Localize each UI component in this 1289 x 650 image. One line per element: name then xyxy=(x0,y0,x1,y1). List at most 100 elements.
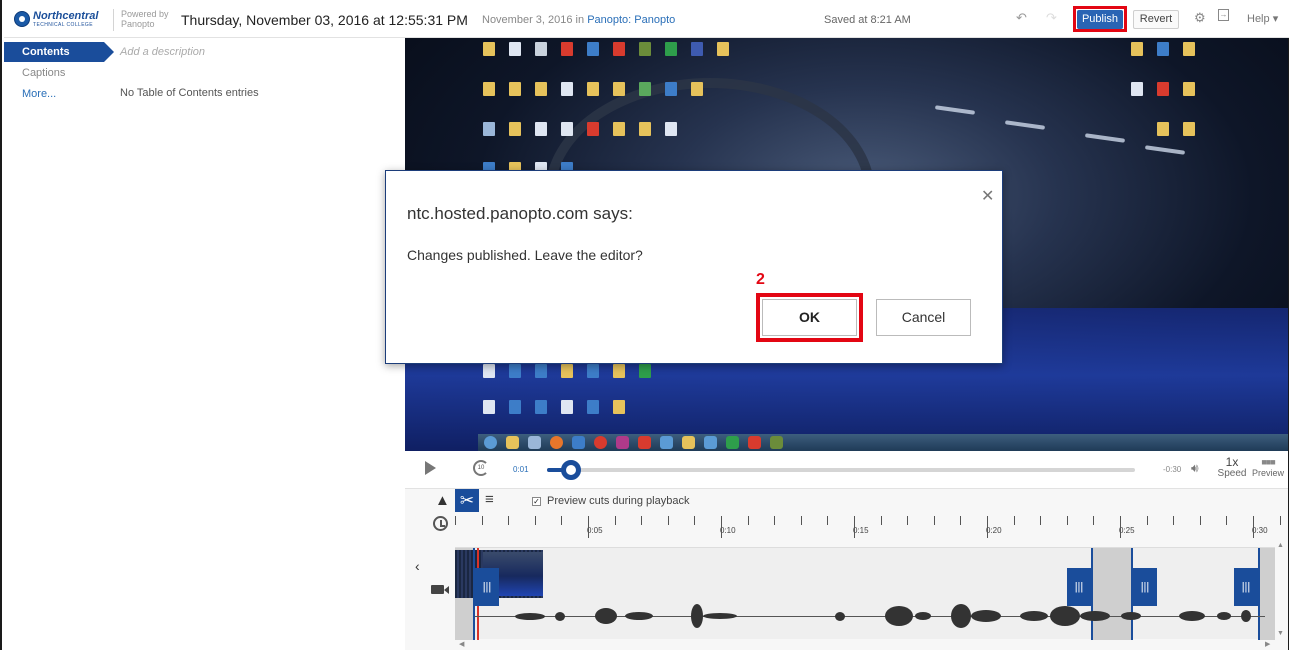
preview-grid-icon: ■■■ xyxy=(1261,457,1275,467)
tick-label: 0:20 xyxy=(986,526,1002,535)
ruler-tick xyxy=(1093,516,1095,525)
ruler-tick xyxy=(854,516,855,538)
audio-waveform xyxy=(595,608,617,624)
chevron-left-icon[interactable]: ‹ xyxy=(415,558,420,574)
trim-handle-left[interactable]: ||| xyxy=(475,568,499,606)
help-menu[interactable]: Help ▾ xyxy=(1247,12,1278,25)
session-date: November 3, 2016 in xyxy=(482,14,585,26)
ruler-tick xyxy=(1199,516,1201,525)
edit-toolbar: ▲ ✂ ≡ ✓ Preview cuts during playback xyxy=(405,488,1288,513)
audio-waveform xyxy=(555,612,565,621)
track-thumbnail xyxy=(455,550,543,598)
tab-contents[interactable]: Contents xyxy=(4,42,114,62)
help-label: Help xyxy=(1247,13,1270,25)
pointer-icon[interactable]: ▲ xyxy=(435,492,450,509)
saved-status: Saved at 8:21 AM xyxy=(824,14,911,26)
preview-toggle[interactable]: ■■■ Preview xyxy=(1251,457,1285,479)
ruler-tick xyxy=(614,516,616,525)
desktop-taskbar xyxy=(478,434,1288,451)
ruler-tick xyxy=(774,516,776,525)
trim-handle-right[interactable]: ||| xyxy=(1234,568,1258,606)
list-icon[interactable]: ≡ xyxy=(485,491,494,508)
ruler-tick xyxy=(933,516,935,525)
ruler-tick xyxy=(907,516,909,525)
cancel-button[interactable]: Cancel xyxy=(876,299,971,336)
time-ruler[interactable]: 0:05 0:10 0:15 0:20 0:25 0:30 xyxy=(455,514,1288,538)
session-folder-link[interactable]: Panopto: Panopto xyxy=(587,14,675,26)
tick-label: 0:15 xyxy=(853,526,869,535)
progress-bar[interactable] xyxy=(547,460,1135,480)
left-sidebar: Contents Captions More... Add a descript… xyxy=(4,38,404,650)
vertical-scrollbar[interactable]: ▲ ▼ xyxy=(1276,542,1286,637)
ok-button[interactable]: OK xyxy=(762,299,857,336)
share-icon[interactable]: → xyxy=(1218,9,1229,21)
preview-cuts-checkbox[interactable]: ✓ xyxy=(532,497,541,506)
undo-icon[interactable]: ↶ xyxy=(1016,10,1027,26)
ruler-tick xyxy=(1173,516,1175,525)
ruler-tick xyxy=(694,516,696,525)
confirm-dialog: ✕ ntc.hosted.panopto.com says: Changes p… xyxy=(385,170,1003,364)
ruler-tick xyxy=(534,516,536,525)
ruler-tick xyxy=(800,516,802,525)
ruler-tick xyxy=(1146,516,1148,525)
audio-waveform xyxy=(691,604,703,628)
ruler-tick xyxy=(721,516,722,538)
gear-icon[interactable]: ⚙ xyxy=(1194,10,1206,26)
audio-waveform xyxy=(1121,612,1141,620)
scroll-right-icon[interactable]: ▶ xyxy=(1265,640,1270,648)
powered-by-panopto: Powered by Panopto xyxy=(113,9,169,31)
scissors-icon[interactable]: ✂ xyxy=(455,489,479,513)
ruler-tick xyxy=(1120,516,1121,538)
audio-waveform xyxy=(885,606,913,626)
powered-by-line: Powered by xyxy=(121,9,169,19)
clock-icon xyxy=(433,516,448,531)
play-icon[interactable] xyxy=(425,461,436,475)
cut-region xyxy=(1258,548,1275,640)
audio-waveform xyxy=(915,612,931,620)
close-icon[interactable]: ✕ xyxy=(981,186,994,206)
logo-name: Northcentral xyxy=(33,10,99,22)
audio-waveform xyxy=(1217,612,1231,620)
scroll-down-icon[interactable]: ▼ xyxy=(1277,630,1284,637)
audio-waveform xyxy=(1080,611,1110,621)
scroll-up-icon[interactable]: ▲ xyxy=(1277,542,1284,549)
step-callout: 2 xyxy=(756,271,765,288)
current-time: 0:01 xyxy=(513,465,529,474)
cut-region[interactable] xyxy=(1091,548,1131,640)
ruler-tick xyxy=(508,516,510,525)
audio-waveform xyxy=(1179,611,1205,621)
speed-label: Speed xyxy=(1217,468,1247,479)
preview-cuts-label: Preview cuts during playback xyxy=(547,495,690,507)
editor-window: Northcentral TECHNICAL COLLEGE Powered b… xyxy=(0,0,1289,650)
stadium-lights xyxy=(934,98,1195,158)
audio-waveform xyxy=(951,604,971,628)
publish-button[interactable]: Publish xyxy=(1077,10,1123,29)
session-title[interactable]: Thursday, November 03, 2016 at 12:55:31 … xyxy=(181,12,468,28)
ruler-tick xyxy=(987,516,988,538)
audio-waveform xyxy=(1241,610,1251,622)
speed-control[interactable]: 1x Speed xyxy=(1217,456,1247,479)
edit-boundary xyxy=(1258,548,1260,640)
camera-icon xyxy=(431,585,449,594)
replay-10-icon[interactable]: 10 xyxy=(473,460,489,476)
tab-more[interactable]: More... xyxy=(4,84,104,104)
dialog-title: ntc.hosted.panopto.com says: xyxy=(407,204,633,223)
tick-label: 0:25 xyxy=(1119,526,1135,535)
ruler-tick xyxy=(1040,516,1042,525)
progress-handle[interactable] xyxy=(560,460,581,480)
volume-icon[interactable]: 🔊︎ xyxy=(1191,461,1199,476)
redo-icon[interactable]: ↷ xyxy=(1046,10,1057,26)
logo-subtitle: TECHNICAL COLLEGE xyxy=(33,22,93,28)
trim-handle[interactable]: ||| xyxy=(1133,568,1157,606)
video-track[interactable]: ||| ||| ||| ||| xyxy=(455,547,1275,640)
ruler-tick xyxy=(1226,516,1228,525)
revert-button[interactable]: Revert xyxy=(1133,10,1179,29)
ruler-tick xyxy=(1013,516,1015,525)
audio-waveform xyxy=(515,613,545,620)
tab-captions[interactable]: Captions xyxy=(4,63,104,83)
description-field[interactable]: Add a description xyxy=(120,46,205,58)
scroll-left-icon[interactable]: ◀ xyxy=(459,640,464,648)
audio-waveform xyxy=(1050,606,1080,626)
trim-handle[interactable]: ||| xyxy=(1067,568,1091,606)
ruler-tick xyxy=(561,516,563,525)
